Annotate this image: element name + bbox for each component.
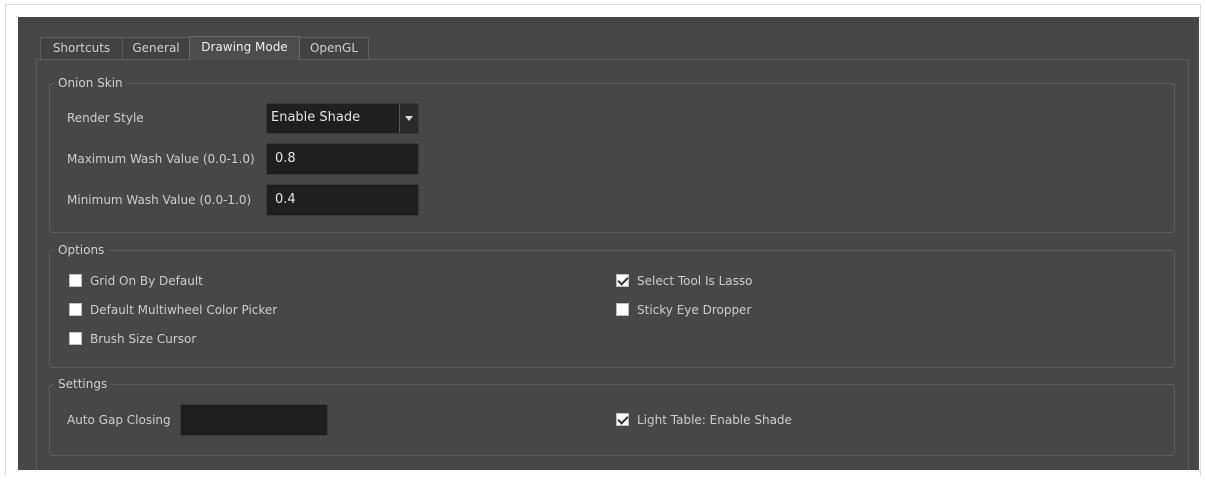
sticky-eye-dropper-checkbox[interactable]: Sticky Eye Dropper: [616, 302, 816, 318]
auto-gap-closing-label: Auto Gap Closing: [67, 413, 171, 427]
options-divider: [114, 250, 1174, 251]
select-tool-is-lasso-checkbox[interactable]: Select Tool Is Lasso: [616, 273, 816, 289]
tab-general[interactable]: General: [122, 37, 190, 59]
settings-title: Settings: [54, 375, 112, 393]
checkbox-box[interactable]: [69, 332, 82, 345]
render-style-dropdown[interactable]: Enable Shade: [266, 103, 419, 134]
checkbox-box[interactable]: [616, 303, 629, 316]
tab-shortcuts[interactable]: Shortcuts: [40, 37, 123, 59]
brush-size-cursor-label: Brush Size Cursor: [90, 332, 197, 346]
default-multiwheel-color-picker-checkbox[interactable]: Default Multiwheel Color Picker: [69, 302, 329, 318]
default-multiwheel-color-picker-label: Default Multiwheel Color Picker: [90, 303, 278, 317]
onion-skin-title: Onion Skin: [54, 74, 127, 92]
drawing-mode-panel: Onion Skin Render Style Enable Shade Max…: [36, 59, 1189, 470]
render-style-value: Enable Shade: [271, 110, 361, 125]
min-wash-label: Minimum Wash Value (0.0-1.0): [67, 193, 252, 207]
render-style-label: Render Style: [67, 111, 144, 125]
checkbox-box[interactable]: [69, 274, 82, 287]
select-tool-is-lasso-label: Select Tool Is Lasso: [637, 274, 753, 288]
checkbox-checked-icon[interactable]: [616, 413, 629, 426]
light-table-enable-shade-checkbox[interactable]: Light Table: Enable Shade: [616, 412, 836, 428]
min-wash-input[interactable]: 0.4: [266, 184, 419, 216]
light-table-enable-shade-label: Light Table: Enable Shade: [637, 413, 792, 427]
max-wash-label: Maximum Wash Value (0.0-1.0): [67, 152, 255, 166]
checkbox-checked-icon[interactable]: [616, 274, 629, 287]
preferences-window: Shortcuts General Drawing Mode OpenGL On…: [18, 17, 1199, 470]
checkbox-box[interactable]: [69, 303, 82, 316]
settings-group: Settings Auto Gap Closing Light Table: E…: [49, 375, 1175, 456]
onion-skin-group: Onion Skin Render Style Enable Shade Max…: [49, 74, 1175, 233]
max-wash-input[interactable]: 0.8: [266, 143, 419, 175]
options-title: Options: [54, 241, 109, 259]
sticky-eye-dropper-label: Sticky Eye Dropper: [637, 303, 752, 317]
options-group: Options Grid On By Default Default Multi…: [49, 241, 1175, 368]
grid-on-by-default-checkbox[interactable]: Grid On By Default: [69, 273, 269, 289]
tab-drawing-mode[interactable]: Drawing Mode: [189, 36, 300, 60]
settings-divider: [118, 384, 1174, 385]
tab-opengl[interactable]: OpenGL: [299, 37, 369, 59]
brush-size-cursor-checkbox[interactable]: Brush Size Cursor: [69, 331, 269, 347]
onion-skin-divider: [138, 83, 1174, 84]
grid-on-by-default-label: Grid On By Default: [90, 274, 203, 288]
auto-gap-closing-input[interactable]: [180, 404, 328, 436]
chevron-down-icon[interactable]: [399, 104, 418, 133]
